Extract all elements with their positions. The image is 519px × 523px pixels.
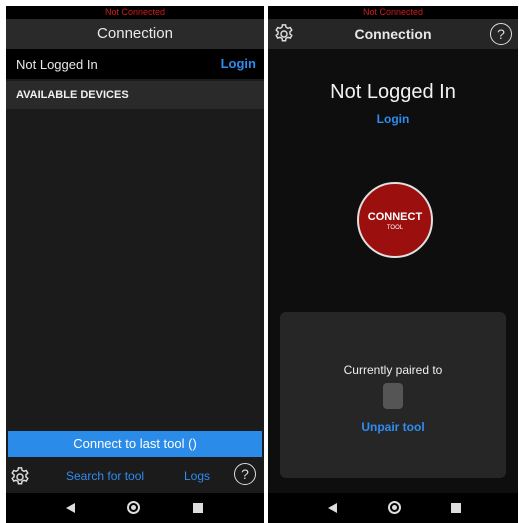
- android-nav-bar: [268, 493, 518, 523]
- title-bar: Connection ?: [268, 19, 518, 49]
- right-screen: Not Connected Connection ? Not Logged In…: [268, 6, 518, 523]
- back-icon[interactable]: [328, 503, 337, 513]
- devices-header-label: AVAILABLE DEVICES: [16, 89, 129, 101]
- recents-icon[interactable]: [451, 503, 461, 513]
- connect-tool-button[interactable]: CONNECT TOOL: [357, 182, 433, 258]
- connect-last-tool-button[interactable]: Connect to last tool (): [8, 431, 262, 457]
- login-status-heading: Not Logged In: [330, 81, 456, 103]
- unpair-tool-link[interactable]: Unpair tool: [280, 420, 506, 434]
- logs-link[interactable]: Logs: [184, 469, 210, 483]
- paired-label: Currently paired to: [343, 363, 443, 377]
- recents-icon[interactable]: [193, 503, 203, 513]
- paired-tool-icon: [383, 383, 403, 409]
- page-title: Connection: [354, 26, 432, 42]
- left-screen: Not Connected Connection Not Logged In L…: [6, 6, 264, 523]
- title-bar: Connection: [6, 19, 264, 49]
- home-icon[interactable]: [127, 501, 140, 514]
- home-icon[interactable]: [388, 501, 401, 514]
- back-icon[interactable]: [66, 503, 75, 513]
- help-icon[interactable]: ?: [234, 463, 256, 485]
- connection-status-text: Not Connected: [268, 6, 518, 19]
- login-status-text: Not Logged In: [16, 57, 98, 72]
- devices-header: AVAILABLE DEVICES: [6, 81, 264, 109]
- paired-tool-card: Currently paired to Unpair tool: [280, 312, 506, 478]
- connect-button-sublabel: TOOL: [386, 225, 404, 231]
- settings-gear-icon[interactable]: [9, 466, 31, 488]
- login-link[interactable]: Login: [268, 112, 518, 126]
- connection-status-text: Not Connected: [6, 6, 264, 19]
- login-row: Not Logged In Login: [6, 49, 264, 79]
- login-link[interactable]: Login: [221, 56, 256, 71]
- page-title: Connection: [97, 25, 173, 42]
- device-list[interactable]: [6, 109, 264, 427]
- android-nav-bar: [6, 493, 264, 523]
- help-icon[interactable]: ?: [490, 23, 512, 45]
- settings-gear-icon[interactable]: [273, 23, 295, 45]
- search-for-tool-link[interactable]: Search for tool: [66, 469, 144, 483]
- connect-button-label: CONNECT: [367, 211, 423, 223]
